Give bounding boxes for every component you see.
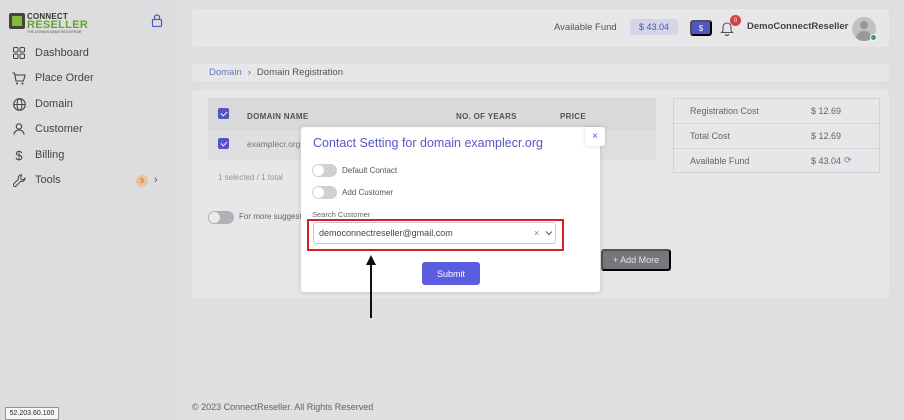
modal-title: Contact Setting for domain examplecr.org [313,136,543,150]
default-contact-toggle[interactable] [312,164,337,177]
annotation-arrow-icon [366,255,376,318]
add-customer-toggle[interactable] [312,186,337,199]
submit-button[interactable]: Submit [422,262,480,285]
annotation-highlight-box [307,219,564,251]
search-customer-label: Search Customer [312,210,371,219]
default-contact-label: Default Contact [342,166,398,175]
contact-setting-modal: Contact Setting for domain examplecr.org… [301,127,600,292]
add-customer-label: Add Customer [342,188,394,197]
close-icon[interactable]: × [585,127,605,146]
